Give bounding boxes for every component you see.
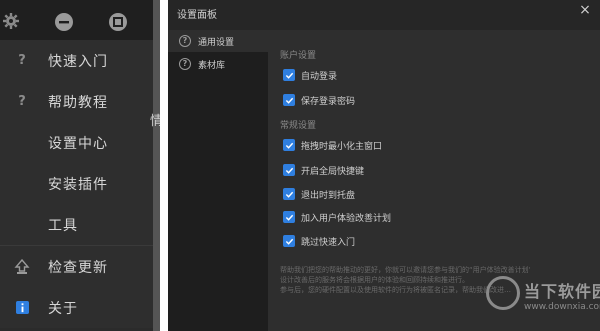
menu-item-quick-start[interactable]: ? 快速入门 <box>0 40 153 81</box>
info-icon <box>13 299 31 317</box>
watermark-logo-icon <box>486 276 520 310</box>
image-gap <box>160 0 168 331</box>
question-circle-icon: ? <box>179 35 191 47</box>
option-label: 跳过快速入门 <box>301 237 356 248</box>
option-minimize-on-drag[interactable]: 拖拽时最小化主窗口 <box>283 138 382 152</box>
checkbox-checked-icon[interactable] <box>283 235 295 247</box>
checkbox-checked-icon[interactable] <box>283 188 295 200</box>
nav-item-label: 通用设置 <box>198 37 235 48</box>
watermark-url: www.downxia.com <box>524 302 600 312</box>
checkbox-checked-icon[interactable] <box>283 211 295 223</box>
checkbox-checked-icon[interactable] <box>283 69 295 81</box>
menu-item-label: 关于 <box>48 300 78 317</box>
menu-item-label: 设置中心 <box>48 135 108 152</box>
nav-item-asset-library[interactable]: ? 素材库 <box>168 53 268 75</box>
option-save-password[interactable]: 保存登录密码 <box>283 93 355 107</box>
option-global-hotkey[interactable]: 开启全局快捷键 <box>283 163 364 177</box>
option-label: 拖拽时最小化主窗口 <box>301 141 383 152</box>
menu-item-settings-center[interactable]: 设置中心 <box>0 122 153 163</box>
menu-item-about[interactable]: 关于 <box>0 287 153 328</box>
checkbox-checked-icon[interactable] <box>283 139 295 151</box>
menu-item-label: 快速入门 <box>48 53 108 70</box>
menu-item-label: 工具 <box>48 217 78 234</box>
checkbox-checked-icon[interactable] <box>283 94 295 106</box>
settings-nav: ? 通用设置 ? 素材库 <box>168 30 268 331</box>
option-label: 退出时到托盘 <box>301 190 356 201</box>
option-label: 自动登录 <box>301 71 338 82</box>
menu-item-check-update[interactable]: 检查更新 <box>0 246 153 287</box>
settings-dialog: 设置面板 × ? 通用设置 ? 素材库 账户设置 自动登录 保存登录密码 常规设… <box>168 0 600 331</box>
section-title-general: 常规设置 <box>280 121 317 131</box>
menu-item-label: 检查更新 <box>48 259 108 276</box>
option-skip-quick-start[interactable]: 跳过快速入门 <box>283 234 355 248</box>
menu-item-label: 安装插件 <box>48 176 108 193</box>
option-label: 保存登录密码 <box>301 96 356 107</box>
menu-item-tools[interactable]: 工具 <box>0 204 153 245</box>
upload-icon <box>13 258 31 276</box>
background-window-edge <box>153 0 160 331</box>
menu-item-help-tutorial[interactable]: ? 帮助教程 <box>0 81 153 122</box>
restore-icon[interactable] <box>108 12 127 31</box>
menu-item-label: 帮助教程 <box>48 94 108 111</box>
title-bar <box>0 0 160 40</box>
app-menu-panel: ? 快速入门 ? 帮助教程 设置中心 安装插件 工具 检查更新 关于 情 <box>0 0 160 331</box>
checkbox-checked-icon[interactable] <box>283 164 295 176</box>
menu-item-install-plugins[interactable]: 安装插件 <box>0 163 153 204</box>
option-auto-login[interactable]: 自动登录 <box>283 68 337 82</box>
option-exit-to-tray[interactable]: 退出时到托盘 <box>283 187 355 201</box>
site-watermark: 当下软件园 www.downxia.com <box>486 272 600 324</box>
background-text-fragment: 情 <box>150 114 160 129</box>
minimize-icon[interactable] <box>54 12 73 31</box>
question-icon: ? <box>18 53 26 68</box>
watermark-text: 当下软件园 <box>524 282 600 301</box>
section-title-account: 账户设置 <box>280 51 317 61</box>
close-icon[interactable]: × <box>578 3 592 17</box>
dropdown-menu: ? 快速入门 ? 帮助教程 设置中心 安装插件 工具 检查更新 关于 <box>0 40 153 328</box>
nav-item-label: 素材库 <box>198 60 226 71</box>
option-join-ux-program[interactable]: 加入用户体验改善计划 <box>283 210 391 224</box>
question-circle-icon: ? <box>179 58 191 70</box>
nav-item-general-settings[interactable]: ? 通用设置 <box>168 30 268 52</box>
gear-icon[interactable] <box>2 12 20 30</box>
option-label: 加入用户体验改善计划 <box>301 213 392 224</box>
option-label: 开启全局快捷键 <box>301 166 365 177</box>
question-icon: ? <box>18 94 26 109</box>
dialog-title: 设置面板 <box>177 10 217 21</box>
